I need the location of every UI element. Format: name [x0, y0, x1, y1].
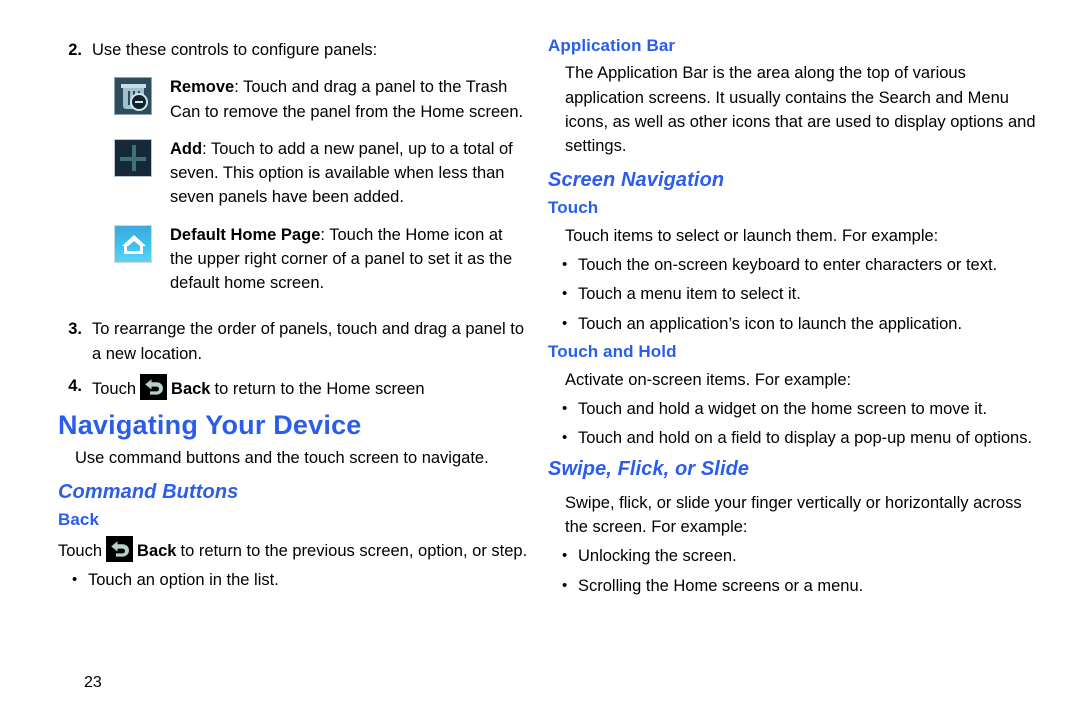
bullet-dot-icon: • [72, 571, 78, 589]
minus-circle-icon [130, 93, 148, 112]
list-item-text: Touch and hold a widget on the home scre… [578, 399, 988, 418]
list-item-text: Touch and hold on a field to display a p… [578, 429, 1033, 448]
back-arrow-icon [140, 373, 168, 400]
list-item: • Touch the on-screen keyboard to enter … [562, 254, 1040, 277]
page-title-navigating-your-device: Navigating Your Device [58, 410, 362, 440]
left-column: 2. Use these controls to configure panel… [0, 0, 540, 720]
list-item-text: Touch a menu item to select it. [578, 285, 801, 304]
bullet-dot-icon: • [562, 576, 568, 594]
control-description-default-home-page: Default Home Page: Touch the Home icon a… [170, 223, 528, 296]
trash-can-remove-icon [114, 77, 152, 116]
house-walls [124, 244, 143, 254]
heading-swipe-flick-or-slide: Swipe, Flick, or Slide [548, 457, 750, 480]
list-item: • Touch and hold a widget on the home sc… [562, 398, 1040, 421]
step-text: To rearrange the order of panels, touch … [92, 320, 525, 363]
minus-bar [135, 101, 143, 104]
heading-screen-navigation: Screen Navigation [548, 169, 725, 192]
touch-and-hold-bullet-list: • Touch and hold a widget on the home sc… [548, 398, 1040, 451]
list-item-text: Touch an application’s icon to launch th… [578, 314, 963, 333]
back-para-bold: Back [137, 541, 177, 560]
numbered-step-2: 2. Use these controls to configure panel… [58, 38, 528, 62]
list-item-text: Touch an option in the list. [88, 571, 279, 590]
step4-suffix: to return to the Home screen [214, 379, 425, 398]
control-description-add: Add: Touch to add a new panel, up to a t… [170, 137, 528, 210]
list-item: • Touch and hold on a field to display a… [562, 427, 1040, 450]
list-item: • Scrolling the Home screens or a menu. [562, 575, 1040, 598]
swipe-bullet-list: • Unlocking the screen. • Scrolling the … [548, 545, 1040, 598]
step-number: 2. [68, 41, 82, 59]
control-label-add: Add [170, 139, 203, 158]
navigating-intro-paragraph: Use command buttons and the touch screen… [75, 449, 489, 468]
step-text: Touch Back to return to the Home screen [92, 373, 528, 401]
control-row-remove: Remove: Touch and drag a panel to the Tr… [58, 75, 528, 124]
plus-horizontal-stroke [120, 156, 146, 161]
list-item-text: Touch the on-screen keyboard to enter ch… [578, 256, 998, 275]
bullet-dot-icon: • [562, 256, 568, 274]
list-item: • Unlocking the screen. [562, 545, 1040, 568]
right-column: Application Bar The Application Bar is t… [540, 0, 1080, 720]
back-para-suffix: to return to the previous screen, option… [180, 541, 528, 560]
back-description-paragraph: Touch Back to return to the previous scree… [58, 535, 528, 563]
two-column-layout: 2. Use these controls to configure panel… [0, 0, 1080, 720]
control-row-add: Add: Touch to add a new panel, up to a t… [58, 137, 528, 210]
control-body-add: : Touch to add a new panel, up to a tota… [170, 139, 513, 207]
step4-prefix: Touch [92, 379, 137, 398]
bullet-dot-icon: • [562, 314, 568, 332]
step-number: 3. [68, 320, 82, 339]
page-number: 23 [84, 674, 102, 691]
touch-paragraph: Touch items to select or launch them. Fo… [565, 226, 939, 245]
heading-application-bar: Application Bar [548, 36, 676, 55]
back-para-prefix: Touch [58, 541, 103, 560]
list-item-text: Scrolling the Home screens or a menu. [578, 576, 864, 595]
heading-command-buttons: Command Buttons [58, 481, 239, 504]
back-bullet-list: • Touch an option in the list. [58, 569, 528, 592]
heading-touch: Touch [548, 198, 599, 218]
application-bar-paragraph: The Application Bar is the area along th… [565, 64, 1036, 156]
touch-and-hold-paragraph: Activate on-screen items. For example: [565, 370, 852, 389]
heading-touch-and-hold: Touch and Hold [548, 342, 677, 362]
numbered-step-3: 3. To rearrange the order of panels, tou… [58, 317, 528, 366]
bullet-dot-icon: • [562, 429, 568, 447]
heading-back: Back [58, 510, 100, 530]
list-item: • Touch an option in the list. [72, 569, 528, 592]
bullet-dot-icon: • [562, 285, 568, 303]
control-label-remove: Remove [170, 78, 235, 97]
list-item-text: Unlocking the screen. [578, 547, 737, 566]
document-page: 2. Use these controls to configure panel… [0, 0, 1080, 720]
list-item: • Touch a menu item to select it. [562, 283, 1040, 306]
step-number: 4. [68, 376, 82, 395]
home-default-page-icon [114, 224, 152, 263]
bullet-dot-icon: • [562, 547, 568, 565]
list-item: • Touch an application’s icon to launch … [562, 313, 1040, 336]
step-text: Use these controls to configure panels: [92, 41, 378, 59]
back-arrow-icon [106, 535, 134, 562]
control-description-remove: Remove: Touch and drag a panel to the Tr… [170, 75, 528, 124]
control-label-default-home-page: Default Home Page [170, 225, 321, 244]
step4-bold: Back [171, 379, 211, 398]
numbered-step-4: 4. Touch Back to return to the Home screen [58, 373, 528, 401]
plus-add-icon [114, 138, 152, 177]
bullet-dot-icon: • [562, 399, 568, 417]
touch-bullet-list: • Touch the on-screen keyboard to enter … [548, 254, 1040, 336]
control-row-default-home-page: Default Home Page: Touch the Home icon a… [58, 223, 528, 296]
swipe-paragraph: Swipe, flick, or slide your finger verti… [565, 493, 1022, 537]
